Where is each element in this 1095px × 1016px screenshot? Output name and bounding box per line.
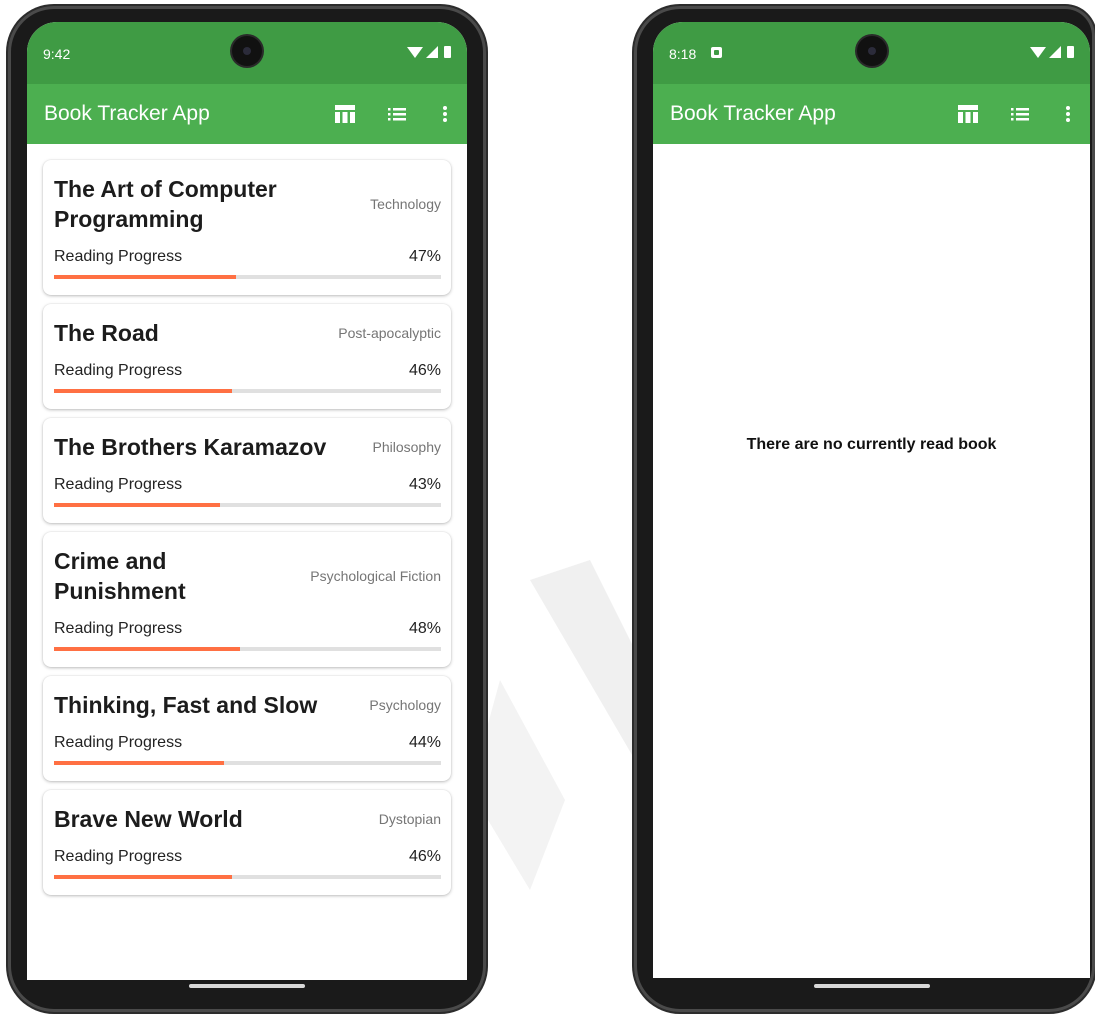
book-title: Crime and Punishment bbox=[54, 548, 186, 604]
book-genre: Philosophy bbox=[372, 439, 442, 455]
progress-bar-fill bbox=[54, 389, 233, 393]
battery-icon bbox=[1067, 46, 1074, 58]
empty-state-message: There are no currently read book bbox=[746, 436, 997, 453]
app-title: Book Tracker App bbox=[44, 102, 210, 125]
phone-left: 9:42 Book Tracker App The Art of Compute… bbox=[8, 6, 486, 1012]
list-view-button[interactable] bbox=[371, 102, 423, 126]
progress-bar bbox=[54, 647, 441, 651]
table-icon bbox=[335, 105, 355, 123]
gesture-nav-bar[interactable] bbox=[189, 984, 305, 988]
book-genre: Psychological Fiction bbox=[310, 568, 441, 584]
progress-label: Reading Progress bbox=[54, 248, 183, 265]
book-list: The Art of Computer Programming Technolo… bbox=[27, 144, 467, 895]
signal-icon bbox=[1049, 46, 1061, 58]
progress-bar bbox=[54, 875, 441, 879]
app-bar: Book Tracker App bbox=[653, 84, 1090, 144]
progress-label: Reading Progress bbox=[54, 362, 183, 379]
book-genre: Psychology bbox=[369, 697, 441, 713]
overflow-menu-button[interactable] bbox=[1046, 102, 1070, 126]
table-icon bbox=[958, 105, 978, 123]
book-genre: Technology bbox=[370, 196, 441, 212]
progress-bar bbox=[54, 389, 441, 393]
book-card[interactable]: Crime and Punishment Psychological Ficti… bbox=[43, 532, 451, 667]
progress-percent: 48% bbox=[408, 620, 441, 637]
book-title: The Art of Computer Programming bbox=[54, 176, 277, 232]
signal-icon bbox=[426, 46, 438, 58]
book-card[interactable]: Thinking, Fast and Slow Psychology Readi… bbox=[43, 676, 451, 781]
progress-bar-fill bbox=[54, 503, 221, 507]
list-icon bbox=[388, 108, 406, 121]
system-icons bbox=[407, 46, 451, 58]
more-vert-icon bbox=[1066, 106, 1070, 122]
status-time: 9:42 bbox=[43, 46, 71, 62]
progress-bar bbox=[54, 275, 441, 279]
status-bar: 9:42 bbox=[27, 22, 467, 84]
app-title: Book Tracker App bbox=[670, 102, 836, 125]
book-title: Brave New World bbox=[54, 806, 243, 832]
book-genre: Post-apocalyptic bbox=[338, 325, 441, 341]
progress-label: Reading Progress bbox=[54, 476, 183, 493]
progress-label: Reading Progress bbox=[54, 734, 183, 751]
table-view-button[interactable] bbox=[319, 102, 371, 126]
book-card[interactable]: The Brothers Karamazov Philosophy Readin… bbox=[43, 418, 451, 523]
list-icon bbox=[1011, 108, 1029, 121]
book-title: The Brothers Karamazov bbox=[54, 434, 327, 460]
stage: 9:42 Book Tracker App The Art of Compute… bbox=[0, 0, 1095, 1016]
book-card[interactable]: Brave New World Dystopian Reading Progre… bbox=[43, 790, 451, 895]
phone-right: 8:18 Book Tracker App There are no curre… bbox=[634, 6, 1095, 1012]
progress-bar bbox=[54, 761, 441, 765]
progress-bar-fill bbox=[54, 647, 240, 651]
progress-percent: 44% bbox=[408, 734, 441, 751]
progress-percent: 43% bbox=[408, 476, 441, 493]
status-bar: 8:18 bbox=[653, 22, 1090, 84]
progress-percent: 46% bbox=[408, 362, 441, 379]
progress-bar-fill bbox=[54, 875, 233, 879]
app-bar-actions bbox=[319, 102, 447, 126]
app-bar: Book Tracker App bbox=[27, 84, 467, 144]
wifi-icon bbox=[1030, 46, 1046, 58]
progress-label: Reading Progress bbox=[54, 848, 183, 865]
system-icons bbox=[1030, 46, 1074, 58]
book-title: The Road bbox=[54, 320, 159, 346]
overflow-menu-button[interactable] bbox=[423, 102, 447, 126]
book-card[interactable]: The Road Post-apocalyptic Reading Progre… bbox=[43, 304, 451, 409]
camera-cutout bbox=[232, 36, 262, 66]
camera-cutout bbox=[857, 36, 887, 66]
screen: 9:42 Book Tracker App The Art of Compute… bbox=[27, 22, 467, 980]
list-view-button[interactable] bbox=[994, 102, 1046, 126]
app-bar-actions bbox=[942, 102, 1070, 126]
progress-bar-fill bbox=[54, 761, 225, 765]
book-title: Thinking, Fast and Slow bbox=[54, 692, 318, 718]
screen: 8:18 Book Tracker App There are no curre… bbox=[653, 22, 1090, 978]
progress-percent: 47% bbox=[408, 248, 441, 265]
status-time: 8:18 bbox=[669, 46, 697, 62]
progress-percent: 46% bbox=[408, 848, 441, 865]
wifi-icon bbox=[407, 46, 423, 58]
progress-bar-fill bbox=[54, 275, 236, 279]
more-vert-icon bbox=[443, 106, 447, 122]
gesture-nav-bar[interactable] bbox=[814, 984, 930, 988]
progress-bar bbox=[54, 503, 441, 507]
progress-label: Reading Progress bbox=[54, 620, 183, 637]
battery-icon bbox=[444, 46, 451, 58]
book-card[interactable]: The Art of Computer Programming Technolo… bbox=[43, 160, 451, 295]
table-view-button[interactable] bbox=[942, 102, 994, 126]
notification-icon bbox=[711, 47, 722, 58]
book-genre: Dystopian bbox=[378, 811, 441, 827]
